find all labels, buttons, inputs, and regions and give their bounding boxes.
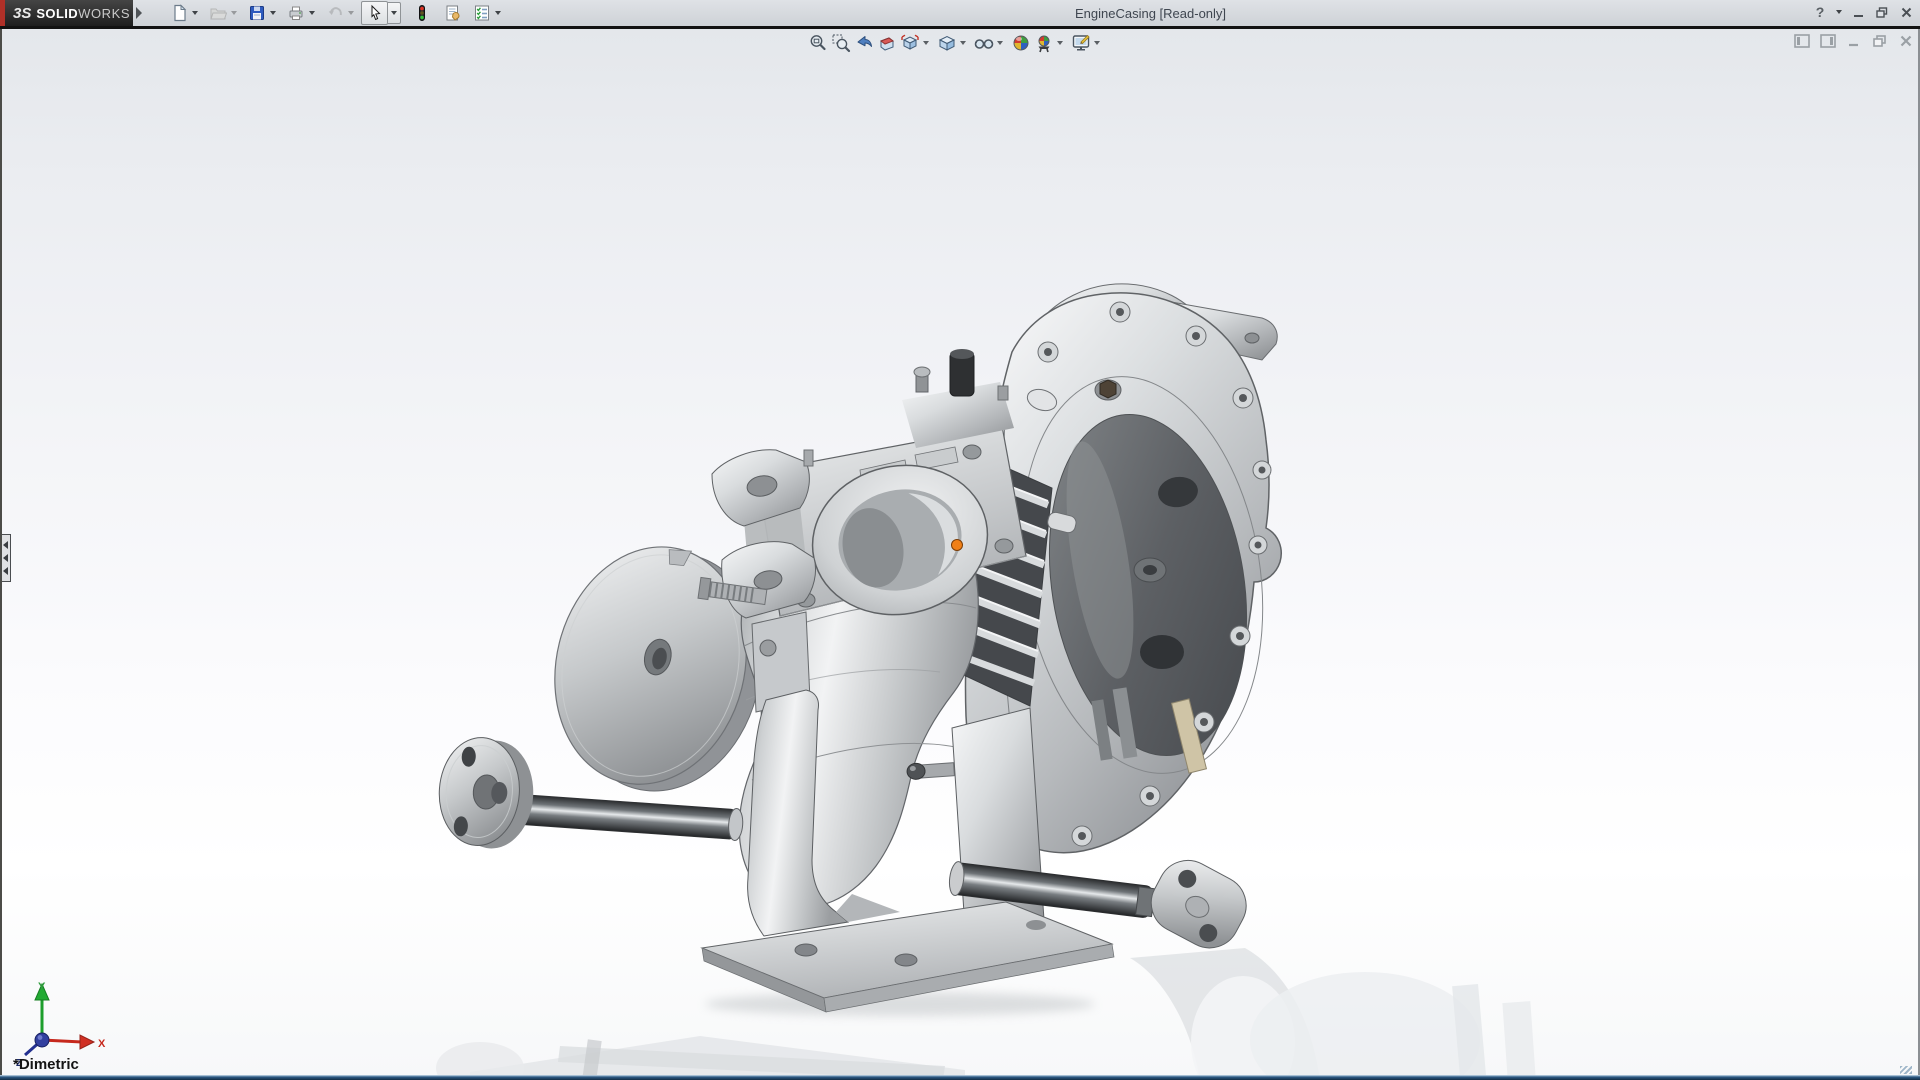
zoom-to-area-button[interactable] [829,32,852,54]
pane-toggle-left-icon [1793,33,1810,48]
undo-button[interactable] [322,2,347,24]
save-button[interactable] [244,2,269,24]
options-button[interactable] [469,2,494,24]
apply-scene-button[interactable] [1032,32,1055,54]
menu-expand-arrow-icon[interactable] [136,7,142,19]
view-orientation-icon [900,34,919,50]
new-document-icon [173,4,186,22]
previous-view-button[interactable] [852,32,875,54]
open-icon [209,8,227,20]
apply-scene-dropdown-arrow[interactable] [1057,41,1063,45]
minimize-button[interactable] [1848,2,1868,22]
pane-toggle-right-icon [1819,33,1836,48]
options-icon [474,5,489,21]
undo-dropdown-arrow[interactable] [348,11,354,15]
file-properties-icon [446,5,460,21]
view-settings-icon [1072,34,1090,51]
window-border-bottom [0,1075,1920,1080]
expand-left-arrow-icon [2,541,8,549]
pane-toggle-left-button[interactable] [1793,33,1810,48]
restore-document-icon [1873,34,1886,47]
window-title: EngineCasing [Read-only] [1075,6,1227,21]
engine-casing-model[interactable] [0,0,1920,1080]
previous-view-icon [857,36,872,47]
minimize-document-button[interactable] [1845,33,1862,48]
resize-grip[interactable] [1900,1066,1912,1074]
save-dropdown-arrow[interactable] [270,11,276,15]
document-window-controls [1793,33,1914,48]
print-button[interactable] [283,2,308,24]
hide-show-dropdown-arrow[interactable] [997,41,1003,45]
minimize-icon [1853,14,1863,17]
zoom-to-fit-icon [810,35,826,51]
headsup-view-toolbar [806,31,1106,55]
section-view-button[interactable] [875,32,898,54]
edit-appearance-icon [1013,35,1028,51]
view-orientation-button[interactable] [898,32,921,54]
view-settings-button[interactable] [1069,32,1092,54]
close-document-button[interactable] [1897,33,1914,48]
selection-point-marker[interactable] [951,539,963,551]
open-button[interactable] [205,2,230,24]
pane-toggle-right-button[interactable] [1819,33,1836,48]
select-cursor-icon [371,4,381,21]
titlebar: 3S SOLID WORKS EngineCasing [Read-only] … [0,0,1920,26]
brand-works: WORKS [78,5,131,21]
rebuild-traffic-light-icon [418,5,425,21]
solidworks-logo[interactable]: 3S SOLID WORKS [5,0,133,26]
help-button[interactable]: ? [1810,2,1830,22]
hide-show-items-button[interactable] [972,32,995,54]
brand-solid: SOLID [36,5,79,21]
new-document-button[interactable] [166,2,191,24]
edit-appearance-button[interactable] [1009,32,1032,54]
solidworks-window: 3S SOLID WORKS EngineCasing [Read-only] … [0,0,1920,1080]
print-icon [289,6,302,20]
dowel-bolt[interactable] [906,761,955,780]
minimize-document-icon [1848,43,1858,46]
close-icon [1901,7,1911,17]
display-style-dropdown-arrow[interactable] [960,41,966,45]
select-tool-button[interactable] [361,1,388,25]
main-toolbar [166,1,508,25]
triad-y-label: Y [38,981,46,993]
window-border-left [0,29,2,1076]
display-style-button[interactable] [935,32,958,54]
restore-icon [1876,6,1888,18]
select-dropdown-arrow[interactable] [388,2,401,24]
close-button[interactable] [1896,2,1916,22]
window-controls: ? [1810,2,1916,22]
new-dropdown-arrow[interactable] [192,11,198,15]
save-icon [249,6,264,20]
expand-left-arrow-icon [2,554,8,562]
solidworks-logo-mark: 3S [13,4,32,22]
undo-icon [328,7,342,16]
restore-document-button[interactable] [1871,33,1888,48]
view-orientation-label: *Dimetric [13,1056,79,1073]
hide-show-items-icon [974,39,993,49]
view-settings-dropdown-arrow[interactable] [1094,41,1100,45]
section-view-icon [879,37,894,51]
triad-x-label: X [98,1038,106,1050]
zoom-to-area-icon [832,34,850,53]
close-document-icon [1900,35,1911,46]
display-style-icon [938,35,955,51]
apply-scene-icon [1038,35,1049,53]
file-properties-button[interactable] [440,2,465,24]
mount-bracket-left[interactable] [697,449,817,619]
open-dropdown-arrow[interactable] [231,11,237,15]
view-orientation-dropdown-arrow[interactable] [923,41,929,45]
options-dropdown-arrow[interactable] [495,11,501,15]
rebuild-button[interactable] [409,2,434,24]
titlebar-separator [0,26,1920,29]
restore-button[interactable] [1872,2,1892,22]
print-dropdown-arrow[interactable] [309,11,315,15]
zoom-to-fit-button[interactable] [806,32,829,54]
expand-left-arrow-icon [2,567,8,575]
help-dropdown-arrow[interactable] [1836,10,1842,14]
